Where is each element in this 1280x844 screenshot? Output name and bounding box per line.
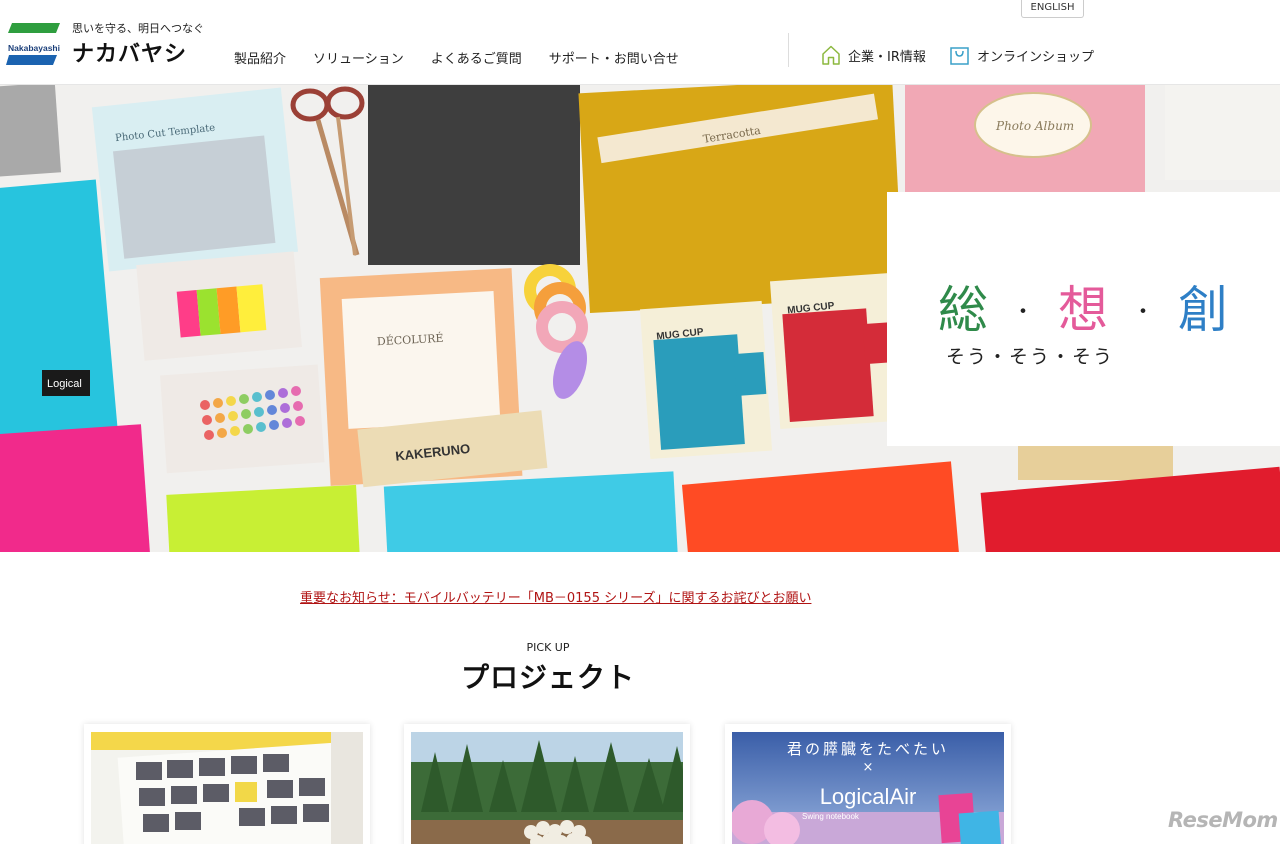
logo-mark-text: Nakabayashi — [8, 43, 60, 53]
hero-banner[interactable]: Logical Photo Cut Template Terracotta Ph… — [0, 85, 1280, 552]
pickup-title: プロジェクト — [460, 661, 635, 694]
corporate-ir-link[interactable]: 企業・IR情報 — [822, 45, 926, 65]
hero-kanji-row: 総 ・ 想 ・ 創 — [938, 285, 1228, 335]
logo-name[interactable]: ナカバヤシ — [72, 36, 187, 68]
card-3-movie-title: 君の膵臓をたべたい — [786, 740, 949, 758]
online-shop-link[interactable]: オンラインショップ — [950, 45, 1094, 65]
card-3-sub: Swing notebook — [802, 812, 859, 821]
card-3-collab-x: × — [862, 760, 874, 775]
hero-kana-reading: そう・そう・そう — [946, 346, 1115, 368]
nav-item-solutions[interactable]: ソリューション — [313, 48, 404, 67]
important-notice-link[interactable]: 重要なお知らせ：モバイルバッテリー「MB－0155 シリーズ」に関するお詫びとお… — [300, 587, 811, 606]
photo-album-label: Photo Album — [995, 119, 1074, 133]
home-icon — [822, 45, 840, 65]
kanji-separator: ・ — [1012, 300, 1035, 325]
kanji-separator: ・ — [1132, 300, 1155, 325]
nakabayashi-logo-mark[interactable]: Nakabayashi — [6, 23, 60, 65]
logo-tagline: 思いを守る、明日へつなぐ — [72, 22, 204, 35]
nav-item-support[interactable]: サポート・お問い合せ — [549, 48, 679, 67]
corporate-ir-label: 企業・IR情報 — [848, 49, 926, 65]
project-card-1[interactable] — [84, 724, 370, 844]
project-card-1-image — [91, 732, 363, 844]
pickup-label: PICK UP — [526, 641, 570, 654]
project-card-2[interactable] — [404, 724, 690, 844]
nav-item-products[interactable]: 製品紹介 — [234, 48, 286, 67]
card-3-brand: LogicalAir — [819, 784, 917, 809]
kanji-sou-2: 想 — [1058, 281, 1109, 339]
nav-item-faq[interactable]: よくあるご質問 — [431, 48, 522, 67]
resemom-watermark: ReseMom — [1168, 808, 1278, 832]
main-nav: 製品紹介 ソリューション よくあるご質問 サポート・お問い合せ — [234, 48, 706, 67]
kanji-sou-1: 総 — [938, 281, 988, 339]
english-language-button[interactable]: ENGLISH — [1021, 0, 1084, 18]
shopping-bag-icon — [950, 47, 969, 65]
online-shop-label: オンラインショップ — [977, 49, 1095, 65]
logical-notebook-label: Logical — [47, 378, 82, 390]
project-card-3-image: 君の膵臓をたべたい × LogicalAir Swing notebook — [732, 732, 1004, 844]
project-card-2-image — [411, 732, 683, 844]
kanji-sou-3: 創 — [1178, 281, 1229, 339]
site-header: Nakabayashi 思いを守る、明日へつなぐ ナカバヤシ 製品紹介 ソリュー… — [0, 0, 1280, 85]
project-card-3[interactable]: 君の膵臓をたべたい × LogicalAir Swing notebook — [725, 724, 1011, 844]
nav-divider — [788, 33, 789, 67]
